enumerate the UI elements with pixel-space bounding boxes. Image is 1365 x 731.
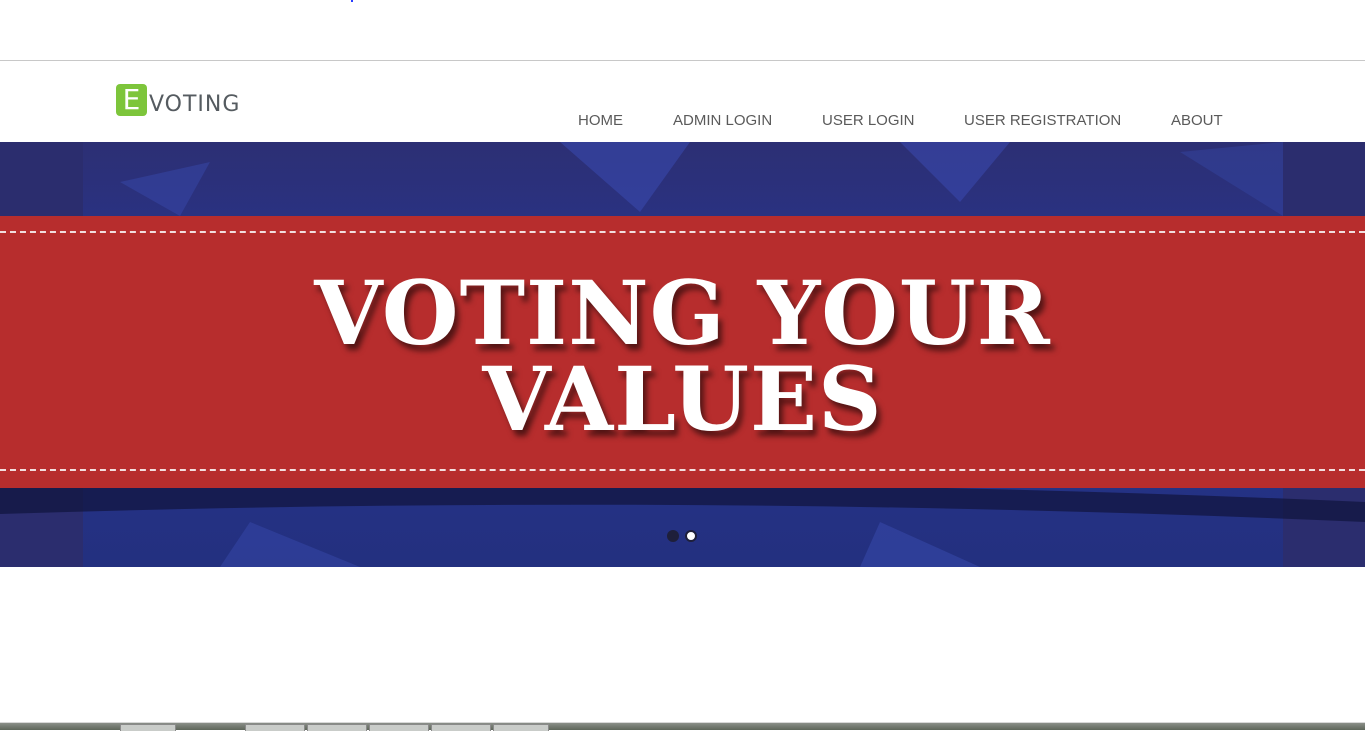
nav-admin-login[interactable]: ADMIN LOGIN [673, 112, 772, 132]
taskbar-item[interactable] [369, 724, 429, 731]
site-logo[interactable]: E VOTING [116, 84, 240, 116]
banner-stitch-top [0, 231, 1365, 233]
hero-slider: VOTING YOUR VALUES [0, 142, 1365, 567]
slide-dot-2[interactable] [685, 530, 697, 542]
headline-line-2: VALUES [482, 347, 883, 451]
nav-user-login[interactable]: USER LOGIN [822, 112, 915, 132]
hero-headline: VOTING YOUR VALUES [0, 261, 1365, 451]
taskbar-item[interactable] [245, 724, 305, 731]
headline-line-1: VOTING YOUR [314, 261, 1051, 365]
stray-pixel [351, 0, 353, 2]
logo-text: VOTING [149, 92, 241, 117]
nav-about[interactable]: ABOUT [1171, 112, 1223, 132]
browser-top-area [0, 0, 1365, 61]
banner-stitch-bottom [0, 469, 1365, 471]
slide-dot-1[interactable] [667, 530, 679, 542]
taskbar-item[interactable] [493, 724, 549, 731]
slider-pagination [667, 530, 703, 542]
logo-letter-badge: E [116, 84, 147, 116]
nav-user-registration[interactable]: USER REGISTRATION [964, 112, 1121, 132]
taskbar-item[interactable] [431, 724, 491, 731]
nav-home[interactable]: HOME [578, 112, 623, 132]
taskbar-item[interactable] [307, 724, 367, 731]
site-header: E VOTING HOME ADMIN LOGIN USER LOGIN USE… [0, 61, 1365, 142]
taskbar-item[interactable] [120, 724, 176, 731]
